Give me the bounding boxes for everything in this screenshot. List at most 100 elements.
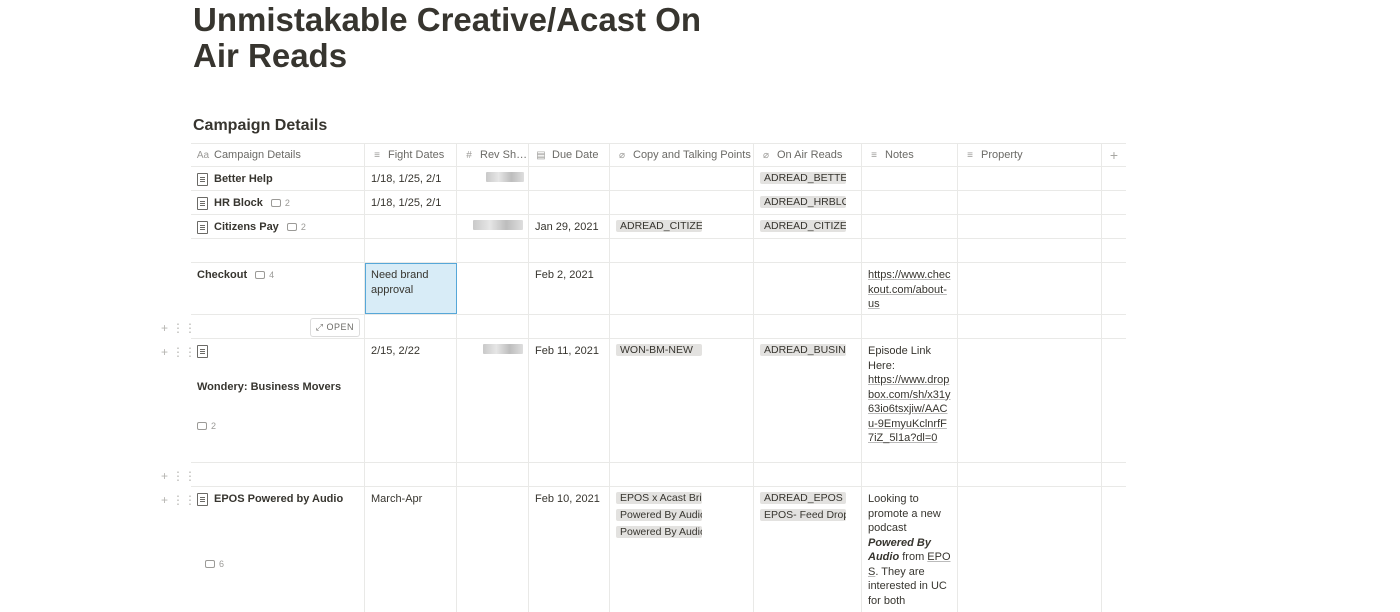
column-header-fight-dates[interactable]: ≡ Fight Dates: [365, 144, 457, 166]
file-tag[interactable]: EPOS x Acast Brief: [616, 492, 702, 504]
table-row[interactable]: Citizens Pay 2 Jan 29, 2021 ADREAD_CITIZE…: [191, 215, 1126, 239]
dates-cell[interactable]: 1/18, 1/25, 2/1: [365, 191, 457, 214]
table-row[interactable]: Checkout 4 Need brand approval Feb 2, 202…: [191, 263, 1126, 315]
dates-cell[interactable]: 1/18, 1/25, 2/1: [365, 167, 457, 190]
column-header-copy[interactable]: ⌀ Copy and Talking Points: [610, 144, 754, 166]
row-title[interactable]: Citizens Pay 2: [191, 215, 365, 238]
file-tag[interactable]: ADREAD_HRBLOCK: [760, 196, 846, 208]
column-header-rev-share[interactable]: # Rev Sh…: [457, 144, 529, 166]
due-date-cell[interactable]: Jan 29, 2021: [529, 215, 610, 238]
comment-icon: [197, 422, 207, 431]
dates-cell[interactable]: [365, 215, 457, 238]
table-row[interactable]: + ⋮⋮ Wondery: Business Movers 2 2/15, 2/22…: [161, 339, 1126, 463]
copy-cell[interactable]: [610, 167, 754, 190]
notes-cell[interactable]: [862, 167, 958, 190]
empty-row[interactable]: + ⋮⋮ ⤢ OPEN: [161, 315, 1126, 339]
open-button[interactable]: ⤢ OPEN: [309, 318, 360, 337]
table-row[interactable]: Better Help 1/18, 1/25, 2/1 ADREAD_BETTE…: [191, 167, 1126, 191]
reads-cell[interactable]: ADREAD_HRBLOCK: [754, 191, 862, 214]
row-title[interactable]: Checkout 4: [191, 263, 365, 314]
reads-cell[interactable]: ADREAD_EPOS EPOS- Feed Drop: [754, 487, 862, 612]
copy-cell[interactable]: ADREAD_CITIZENS: [610, 215, 754, 238]
page-icon: [197, 173, 208, 186]
notes-cell[interactable]: [862, 191, 958, 214]
dates-cell[interactable]: 2/15, 2/22: [365, 339, 457, 462]
file-tag[interactable]: EPOS- Feed Drop: [760, 509, 846, 521]
property-cell[interactable]: [958, 487, 1102, 612]
row-title[interactable]: HR Block 2: [191, 191, 365, 214]
column-header-campaign-details[interactable]: Aa Campaign Details: [191, 144, 365, 166]
copy-cell[interactable]: [610, 263, 754, 314]
file-tag[interactable]: ADREAD_BETTERHELP: [760, 172, 846, 184]
comment-count[interactable]: 2: [197, 419, 216, 434]
page-icon: [197, 221, 208, 234]
add-row-icon[interactable]: +: [161, 469, 168, 483]
database-title[interactable]: Campaign Details: [193, 117, 327, 135]
reads-cell[interactable]: ADREAD_CITIZENS: [754, 215, 862, 238]
due-date-cell[interactable]: Feb 2, 2021: [529, 263, 610, 314]
row-title[interactable]: Wondery: Business Movers 2: [191, 339, 365, 462]
property-cell[interactable]: [958, 167, 1102, 190]
file-tag[interactable]: ADREAD_BUSINESS: [760, 344, 846, 356]
due-date-cell[interactable]: Feb 10, 2021: [529, 487, 610, 612]
column-header-on-air-reads[interactable]: ⌀ On Air Reads: [754, 144, 862, 166]
notes-cell[interactable]: Looking to promote a new podcast Powered…: [862, 487, 958, 612]
text-icon: Aa: [196, 149, 210, 161]
due-date-cell[interactable]: Feb 11, 2021: [529, 339, 610, 462]
property-cell[interactable]: [958, 215, 1102, 238]
add-row-icon[interactable]: +: [161, 493, 168, 507]
notes-link[interactable]: https://www.dropbox.com/sh/x31y63io6tsxj…: [868, 374, 951, 444]
table-row[interactable]: + ⋮⋮ EPOS Powered by Audio 6 March-Apr Feb…: [161, 487, 1126, 612]
property-cell[interactable]: [958, 191, 1102, 214]
add-row-icon[interactable]: +: [161, 321, 168, 335]
comment-count[interactable]: 2: [270, 196, 290, 211]
due-date-cell[interactable]: [529, 167, 610, 190]
dates-cell-selected[interactable]: Need brand approval: [365, 263, 457, 314]
page-title: Unmistakable Creative/Acast On Air Reads: [193, 1, 702, 74]
property-cell[interactable]: [958, 263, 1102, 314]
file-tag[interactable]: ADREAD_EPOS: [760, 492, 846, 504]
property-cell[interactable]: [958, 339, 1102, 462]
row-title[interactable]: Better Help: [191, 167, 365, 190]
rev-share-cell[interactable]: [457, 167, 529, 190]
file-tag[interactable]: Powered By Audio: [616, 526, 702, 538]
comment-count[interactable]: 4: [255, 268, 274, 283]
paperclip-icon: ⌀: [762, 149, 770, 161]
empty-row[interactable]: + ⋮⋮: [161, 463, 1126, 487]
table-row[interactable]: HR Block2 1/18, 1/25, 2/1 ADREAD_HRBLOCK: [191, 191, 1126, 215]
rev-share-cell[interactable]: [457, 339, 529, 462]
add-row-icon[interactable]: +: [161, 345, 168, 359]
due-date-cell[interactable]: [529, 191, 610, 214]
text-lines-icon: ≡: [967, 149, 973, 161]
reads-cell[interactable]: ADREAD_BETTERHELP: [754, 167, 862, 190]
rev-share-cell[interactable]: [457, 487, 529, 612]
file-tag[interactable]: WON-BM-NEW: [616, 344, 702, 356]
rev-share-cell[interactable]: [457, 191, 529, 214]
column-header-due-date[interactable]: ▤ Due Date: [529, 144, 610, 166]
rev-share-cell[interactable]: [457, 263, 529, 314]
notes-link[interactable]: https://www.checkout.com/about-us: [868, 269, 951, 310]
file-tag[interactable]: ADREAD_CITIZENS: [616, 220, 702, 232]
dates-cell[interactable]: March-Apr: [365, 487, 457, 612]
column-header-property[interactable]: ≡ Property: [958, 144, 1102, 166]
reads-cell[interactable]: [754, 263, 862, 314]
notes-cell[interactable]: [862, 215, 958, 238]
copy-cell[interactable]: EPOS x Acast Brief Powered By Audio Powe…: [610, 487, 754, 612]
row-title[interactable]: EPOS Powered by Audio 6: [191, 487, 365, 612]
column-header-notes[interactable]: ≡ Notes: [862, 144, 958, 166]
notes-cell[interactable]: Episode Link Here: https://www.dropbox.co…: [862, 339, 958, 462]
rev-share-cell[interactable]: [457, 215, 529, 238]
copy-cell[interactable]: WON-BM-NEW: [610, 339, 754, 462]
reads-cell[interactable]: ADREAD_BUSINESS: [754, 339, 862, 462]
copy-cell[interactable]: [610, 191, 754, 214]
comment-icon: [255, 271, 266, 280]
add-column-button[interactable]: +: [1102, 144, 1126, 166]
paperclip-icon: ⌀: [618, 149, 626, 161]
notes-cell[interactable]: https://www.checkout.com/about-us: [862, 263, 958, 314]
empty-row[interactable]: [191, 239, 1126, 263]
file-tag[interactable]: Powered By Audio: [616, 509, 702, 521]
comment-count[interactable]: 2: [286, 220, 306, 235]
comment-count[interactable]: 6: [205, 557, 224, 572]
file-tag[interactable]: ADREAD_CITIZENS: [760, 220, 846, 232]
page-icon: [197, 197, 208, 210]
